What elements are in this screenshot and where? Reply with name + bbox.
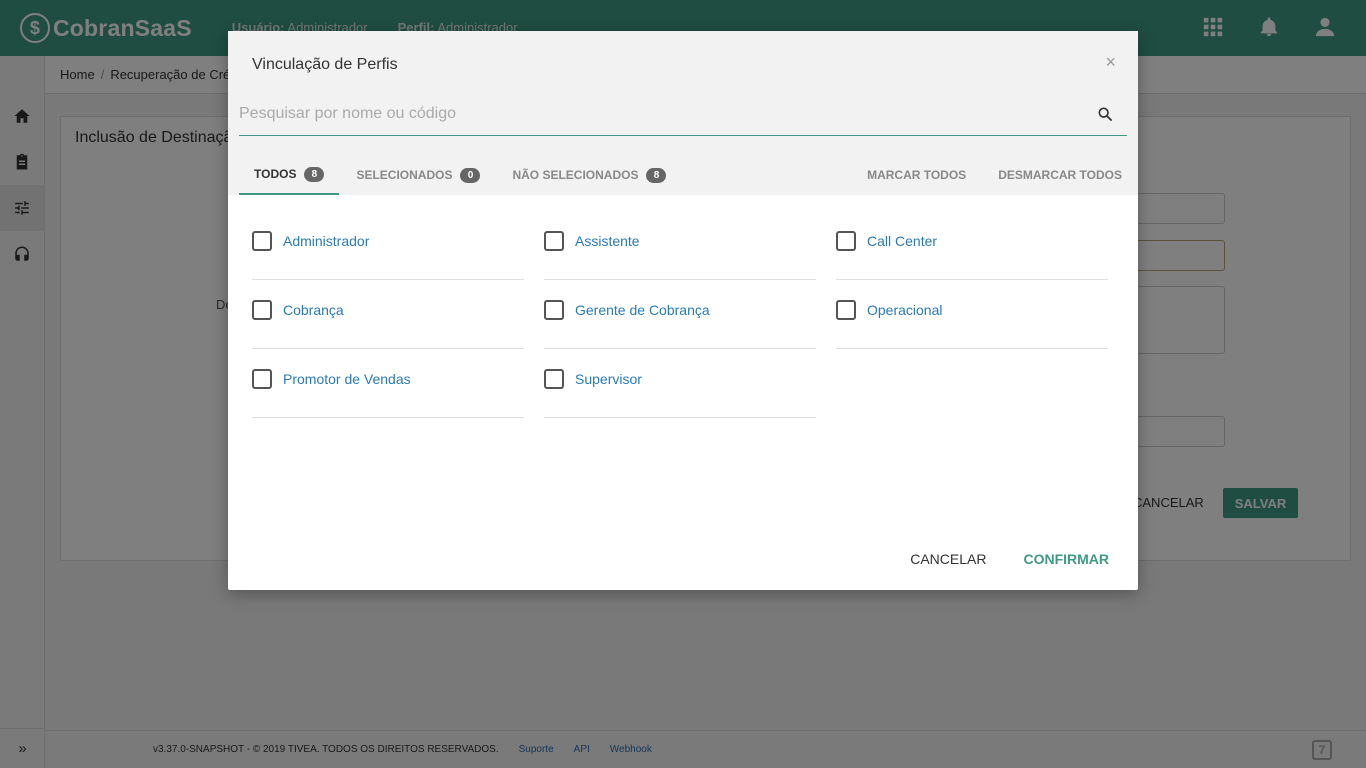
modal-footer: CANCELAR CONFIRMAR <box>910 551 1109 567</box>
checkbox[interactable] <box>252 231 272 251</box>
search-icon[interactable] <box>1097 106 1113 122</box>
tab-not-selected-count-badge: 8 <box>646 167 667 183</box>
checkbox[interactable] <box>544 231 564 251</box>
checkbox[interactable] <box>836 300 856 320</box>
modal-header: Vinculação de Perfis × TODOS 8 SELECIONA… <box>228 31 1138 195</box>
tab-not-selected[interactable]: NÃO SELECIONADOS 8 <box>497 155 681 195</box>
profile-item-gerente-de-cobranca[interactable]: Gerente de Cobrança <box>544 280 816 349</box>
tab-selected-count-badge: 0 <box>460 167 481 183</box>
modal-title: Vinculação de Perfis <box>252 56 398 73</box>
confirm-button[interactable]: CONFIRMAR <box>1023 551 1109 567</box>
checkbox[interactable] <box>252 300 272 320</box>
tab-all[interactable]: TODOS 8 <box>239 155 340 195</box>
checkbox[interactable] <box>544 369 564 389</box>
filter-tabs: TODOS 8 SELECIONADOS 0 NÃO SELECIONADOS … <box>239 155 683 195</box>
profile-item-call-center[interactable]: Call Center <box>836 211 1108 280</box>
profile-item-operacional[interactable]: Operacional <box>836 280 1108 349</box>
profile-item-assistente[interactable]: Assistente <box>544 211 816 280</box>
cancel-button[interactable]: CANCELAR <box>910 551 986 567</box>
profile-item-supervisor[interactable]: Supervisor <box>544 349 816 418</box>
tab-all-count-badge: 8 <box>304 166 325 182</box>
profile-list: Administrador Assistente Call Center Cob… <box>252 211 1108 418</box>
search-input[interactable] <box>239 95 1079 133</box>
profile-link-modal: Vinculação de Perfis × TODOS 8 SELECIONA… <box>228 31 1138 590</box>
mark-all-button[interactable]: MARCAR TODOS <box>867 168 966 182</box>
checkbox[interactable] <box>836 231 856 251</box>
checkbox[interactable] <box>544 300 564 320</box>
search-field <box>239 95 1127 136</box>
unmark-all-button[interactable]: DESMARCAR TODOS <box>998 168 1122 182</box>
tab-selected[interactable]: SELECIONADOS 0 <box>341 155 495 195</box>
close-icon[interactable]: × <box>1105 52 1116 73</box>
profile-item-administrador[interactable]: Administrador <box>252 211 524 280</box>
profile-item-cobranca[interactable]: Cobrança <box>252 280 524 349</box>
checkbox[interactable] <box>252 369 272 389</box>
profile-item-promotor-de-vendas[interactable]: Promotor de Vendas <box>252 349 524 418</box>
